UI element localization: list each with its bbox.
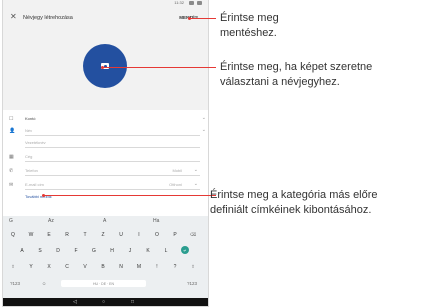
key[interactable]: W [24,228,38,241]
key[interactable]: L [159,244,173,257]
key[interactable]: I [132,228,146,241]
key[interactable]: F [69,244,83,257]
wifi-icon [189,1,194,5]
suggestion-item[interactable]: G [9,218,13,224]
key[interactable]: O [150,228,164,241]
suggestion-bar: G Az A Ha [3,216,208,226]
last-name-field[interactable]: Vezetéknév [25,140,46,145]
phone-row[interactable]: ✆ Telefon Mobil ⌄ [3,166,208,176]
key[interactable]: S [33,244,47,257]
symbols-key[interactable]: ?123 [6,277,24,290]
shift-icon[interactable]: ⇧ [186,260,200,273]
callout-photo: Érintse meg, ha képet szeretne választan… [220,61,373,88]
key[interactable]: ? [168,260,182,273]
chevron-down-icon: ⌄ [201,115,206,121]
name-row[interactable]: 👤 Név ⌄ [3,126,208,136]
key[interactable]: Q [6,228,20,241]
key[interactable]: N [114,260,128,273]
key[interactable]: G [87,244,101,257]
email-row[interactable]: ✉ E-mail cím Otthoni ⌄ [3,180,208,190]
callout-line [190,18,216,19]
key[interactable]: Z [96,228,110,241]
account-icon: ☐ [9,116,14,122]
key[interactable]: J [123,244,137,257]
suggestion-item[interactable]: Az [48,218,54,224]
key[interactable]: H [105,244,119,257]
company-row[interactable]: ▦ Cég [3,152,208,162]
phone-icon: ✆ [9,168,14,174]
page-title: Névjegy létrehozása [23,15,73,21]
home-icon[interactable]: ○ [102,299,105,305]
key[interactable]: T [78,228,92,241]
shift-icon[interactable]: ⇧ [6,260,20,273]
contact-form: ☐ Kontó ⌄ 👤 Név ⌄ Vezetéknév ▦ Cég ✆ Tel… [3,110,208,208]
company-field[interactable]: Cég [25,154,32,159]
space-bar[interactable]: HU · DE · EN [61,280,146,287]
suggestion-item[interactable]: Ha [153,218,159,224]
key[interactable]: A [15,244,29,257]
chevron-down-icon[interactable]: ⌄ [194,181,198,187]
person-icon: 👤 [9,128,16,134]
navigation-bar: ◁ ○ □ [3,298,208,306]
chevron-down-icon[interactable]: ⌄ [194,167,198,173]
back-icon[interactable]: ◁ [73,299,77,305]
photo-area [3,29,208,110]
name-field[interactable]: Név [25,128,32,133]
last-name-row[interactable]: Vezetéknév [3,138,208,148]
email-icon: ✉ [9,182,14,188]
key[interactable]: B [96,260,110,273]
email-type-select[interactable]: Otthoni [169,182,182,187]
emoji-icon[interactable]: ☺ [37,277,51,290]
account-row[interactable]: ☐ Kontó ⌄ [3,114,208,124]
key[interactable]: P [168,228,182,241]
key-row-4: ?123 ☺ HU · DE · EN ?123 [3,276,208,291]
key[interactable]: R [60,228,74,241]
callout-dot [42,194,45,197]
key[interactable]: ! [150,260,164,273]
symbols-key[interactable]: ?123 [183,277,201,290]
callout-save: Érintse meg mentéshez. [220,12,279,39]
callout-dot [188,17,191,20]
callout-line [44,195,216,196]
key[interactable]: M [132,260,146,273]
suggestion-item[interactable]: A [103,218,106,224]
account-label: Kontó [25,116,36,121]
status-bar: 11:32 [3,0,208,7]
status-time: 11:32 [174,0,184,5]
key[interactable]: X [42,260,56,273]
business-icon: ▦ [9,154,14,160]
recents-icon[interactable]: □ [131,299,134,305]
phone-type-select[interactable]: Mobil [172,168,182,173]
key-row-3: ⇧ Y X C V B N M ! ? ⇧ [3,259,208,274]
app-bar: ✕ Névjegy létrehozása MENTÉS [3,7,208,29]
keyboard: G Az A Ha Q W E R T Z U I O P ⌫ A S D F … [3,216,208,298]
key[interactable]: D [51,244,65,257]
callout-dot [101,66,104,69]
key-row-2: A S D F G H J K L ↵ [3,243,208,258]
key[interactable]: V [78,260,92,273]
battery-icon [197,1,202,5]
phone-field[interactable]: Telefon [25,168,38,173]
enter-icon[interactable]: ↵ [181,246,189,254]
key[interactable]: U [114,228,128,241]
backspace-icon[interactable]: ⌫ [186,228,200,241]
key[interactable]: Y [24,260,38,273]
key[interactable]: E [42,228,56,241]
email-field[interactable]: E-mail cím [25,182,44,187]
callout-line [103,67,216,68]
key[interactable]: K [141,244,155,257]
close-icon[interactable]: ✕ [10,13,17,21]
key[interactable]: C [60,260,74,273]
key-row-1: Q W E R T Z U I O P ⌫ [3,227,208,242]
chevron-down-icon[interactable]: ⌄ [202,127,206,133]
callout-more-fields: Érintse meg a kategória más előre defini… [210,189,378,216]
phone-screen: 11:32 ✕ Névjegy létrehozása MENTÉS ☐ Kon… [3,0,208,306]
add-photo-button[interactable] [83,44,127,88]
